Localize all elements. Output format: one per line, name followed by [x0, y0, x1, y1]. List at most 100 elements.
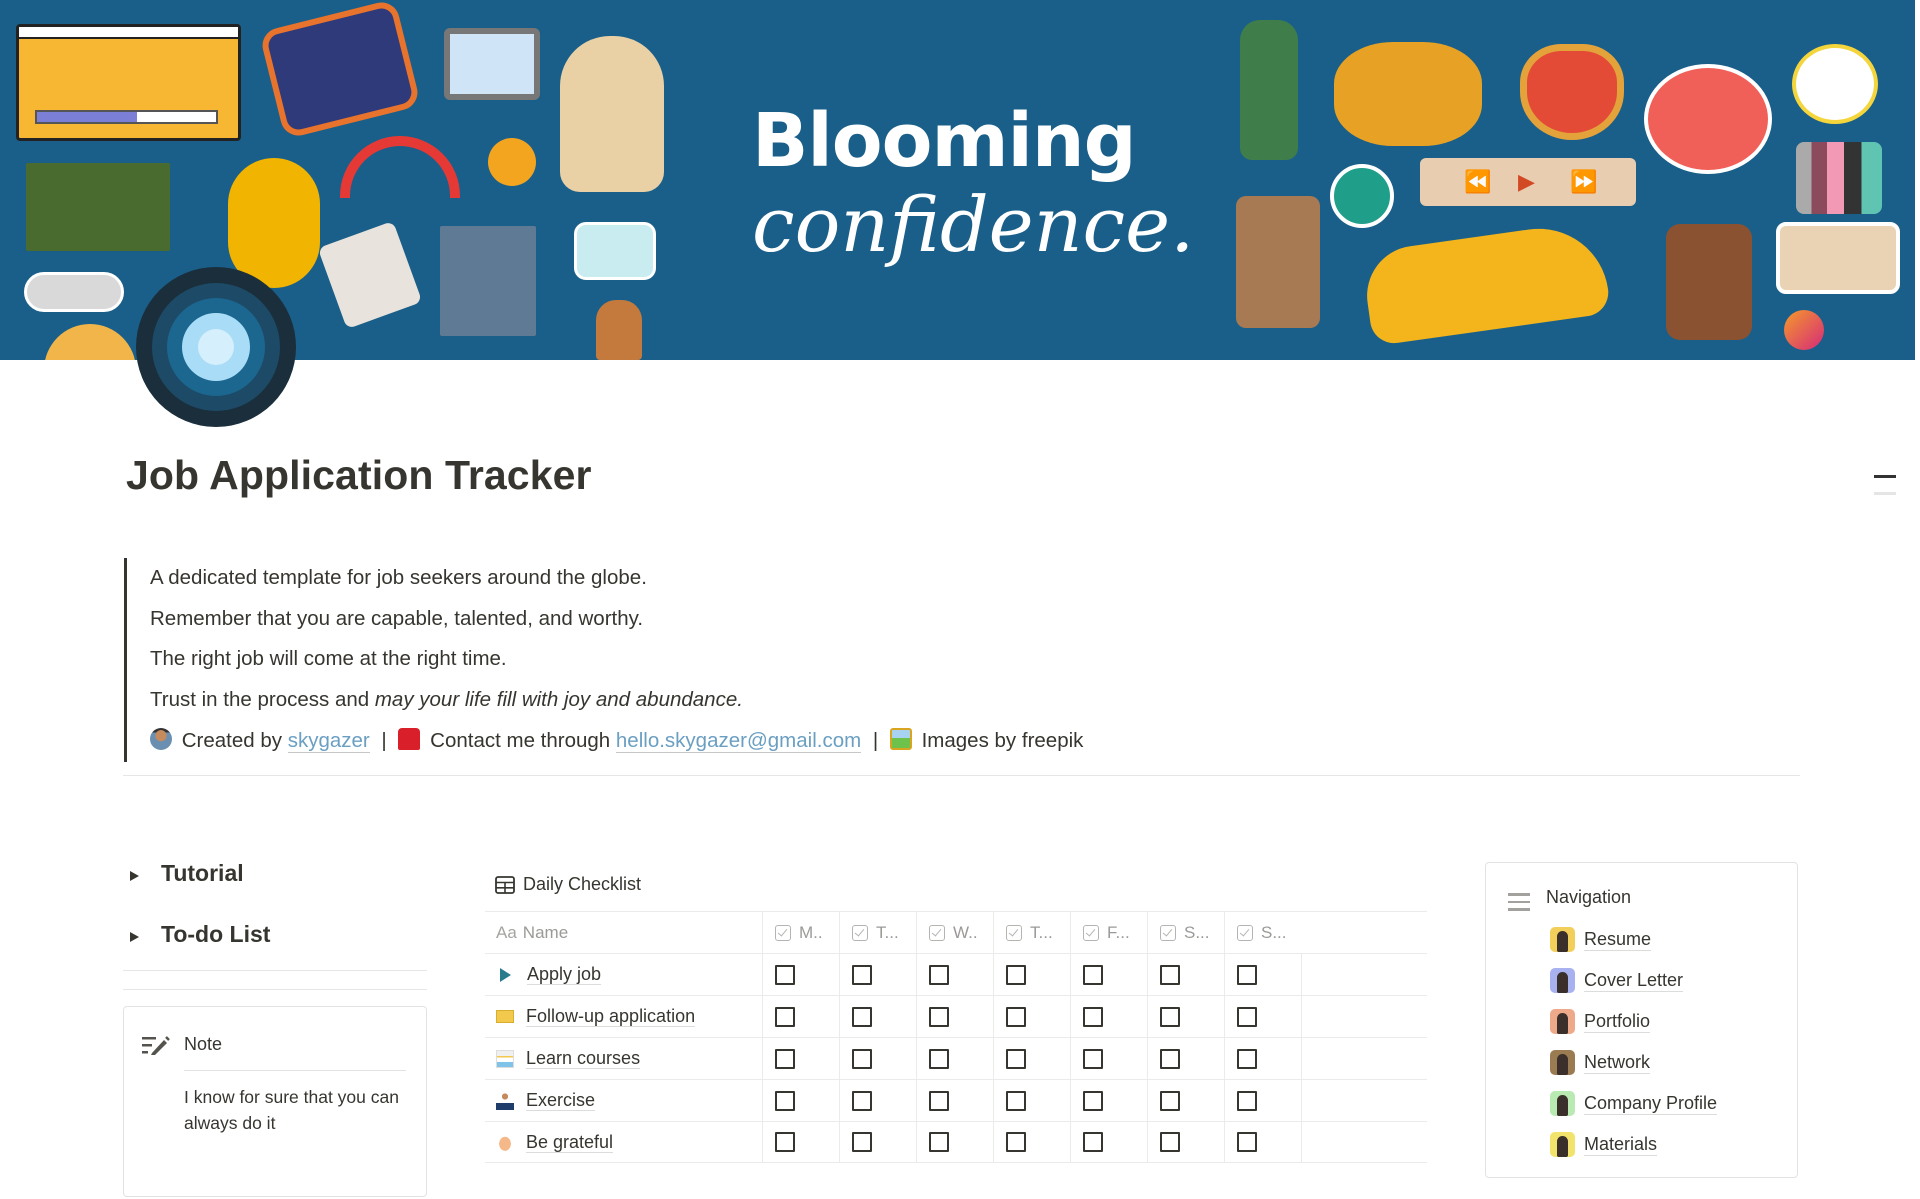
- day-checkbox[interactable]: [852, 964, 872, 985]
- day-checkbox[interactable]: [852, 1090, 872, 1111]
- database-title[interactable]: Daily Checklist: [495, 874, 641, 895]
- day-checkbox[interactable]: [1083, 1006, 1103, 1027]
- day-checkbox[interactable]: [1083, 1090, 1103, 1111]
- day-checkbox[interactable]: [1006, 1006, 1026, 1027]
- column-header-name[interactable]: Aa Name: [485, 912, 763, 953]
- note-title: Note: [184, 1034, 223, 1054]
- day-checkbox[interactable]: [1160, 1006, 1180, 1027]
- row-name[interactable]: Follow-up application: [526, 1006, 696, 1027]
- column-header-day[interactable]: S...: [1148, 912, 1225, 953]
- day-checkbox[interactable]: [1237, 1132, 1257, 1152]
- row-name-cell[interactable]: Apply job: [485, 954, 763, 995]
- note-body[interactable]: I know for sure that you can always do i…: [184, 1084, 404, 1136]
- toggle-triangle-icon[interactable]: [130, 870, 139, 881]
- cover-banner: Blooming confidence. ⏪ ▶ ⏩: [0, 0, 1915, 360]
- shiba-dog-sticker: [596, 300, 642, 360]
- checkbox-cell: [1225, 1122, 1302, 1162]
- column-header-day[interactable]: T...: [994, 912, 1071, 953]
- day-checkbox[interactable]: [1160, 1048, 1180, 1069]
- nav-item-cover-letter[interactable]: Cover Letter: [1550, 960, 1717, 1001]
- quote-line: Trust in the process and may your life f…: [150, 680, 1224, 721]
- day-checkbox[interactable]: [775, 1132, 795, 1152]
- table-row[interactable]: Exercise: [485, 1079, 1427, 1121]
- checkbox-cell: [1225, 1038, 1302, 1079]
- row-name-cell[interactable]: Exercise: [485, 1080, 763, 1121]
- day-checkbox[interactable]: [852, 1048, 872, 1069]
- row-name[interactable]: Apply job: [527, 964, 602, 985]
- day-checkbox[interactable]: [929, 964, 949, 985]
- day-checkbox[interactable]: [852, 1132, 872, 1152]
- column-header-label: F...: [1107, 922, 1130, 942]
- images-credit: Images by freepik: [921, 728, 1084, 752]
- checkbox-cell: [763, 1080, 840, 1121]
- row-name-cell[interactable]: Learn courses: [485, 1038, 763, 1079]
- database-title-label: Daily Checklist: [523, 874, 642, 894]
- checkbox-cell: [1148, 1080, 1225, 1121]
- checkbox-property-icon: [929, 924, 945, 941]
- day-checkbox[interactable]: [775, 1006, 795, 1027]
- toggle-tutorial[interactable]: Tutorial: [130, 860, 244, 887]
- day-checkbox[interactable]: [1160, 1090, 1180, 1111]
- row-name-cell[interactable]: Be grateful: [485, 1122, 763, 1162]
- table-row[interactable]: Learn courses: [485, 1037, 1427, 1079]
- table-row[interactable]: Follow-up application: [485, 995, 1427, 1037]
- checkbox-cell: [1148, 996, 1225, 1037]
- nav-item-materials[interactable]: Materials: [1550, 1124, 1717, 1165]
- day-checkbox[interactable]: [852, 1006, 872, 1027]
- table-row[interactable]: Be grateful: [485, 1121, 1427, 1163]
- checkbox-cell: [840, 1038, 917, 1079]
- globe-sticker: [1330, 164, 1394, 228]
- day-checkbox[interactable]: [1160, 1132, 1180, 1152]
- day-checkbox[interactable]: [929, 1132, 949, 1152]
- day-checkbox[interactable]: [775, 964, 795, 985]
- row-name[interactable]: Exercise: [526, 1090, 596, 1111]
- checkbox-cell: [1071, 1038, 1148, 1079]
- row-name[interactable]: Be grateful: [526, 1132, 614, 1153]
- nav-item-portfolio[interactable]: Portfolio: [1550, 1001, 1717, 1042]
- day-checkbox[interactable]: [1006, 1132, 1026, 1152]
- day-checkbox[interactable]: [1237, 1090, 1257, 1111]
- created-by-label: Created by: [181, 728, 282, 752]
- day-checkbox[interactable]: [775, 1090, 795, 1111]
- column-header-day[interactable]: T...: [840, 912, 917, 953]
- credits-line: Created by skygazer | Contact me through…: [150, 721, 1224, 762]
- day-checkbox[interactable]: [1160, 964, 1180, 985]
- day-checkbox[interactable]: [1006, 1048, 1026, 1069]
- nav-item-company-profile[interactable]: Company Profile: [1550, 1083, 1718, 1124]
- table-row[interactable]: Apply job: [485, 953, 1427, 995]
- day-checkbox[interactable]: [929, 1006, 949, 1027]
- day-checkbox[interactable]: [1083, 1132, 1103, 1152]
- nav-item-resume[interactable]: Resume: [1550, 919, 1717, 960]
- page-thumbnail-icon: [1550, 968, 1575, 993]
- checkbox-cell: [840, 996, 917, 1037]
- contact-email-link[interactable]: hello.skygazer@gmail.com: [615, 728, 862, 753]
- toggle-todo-list[interactable]: To-do List: [130, 921, 270, 948]
- day-checkbox[interactable]: [929, 1090, 949, 1111]
- table-header-row: Aa Name M.. T... W.. T... F... S... S...: [485, 911, 1427, 953]
- column-header-day[interactable]: W..: [917, 912, 994, 953]
- row-name[interactable]: Learn courses: [526, 1048, 641, 1069]
- nav-item-network[interactable]: Network: [1550, 1042, 1717, 1083]
- pizza-sticker: [44, 324, 136, 360]
- column-header-day[interactable]: S...: [1225, 912, 1302, 953]
- day-checkbox[interactable]: [1083, 964, 1103, 985]
- day-checkbox[interactable]: [1237, 1006, 1257, 1027]
- page-icon[interactable]: [136, 267, 296, 427]
- day-checkbox[interactable]: [1237, 964, 1257, 985]
- day-checkbox[interactable]: [1006, 964, 1026, 985]
- column-header-day[interactable]: F...: [1071, 912, 1148, 953]
- day-checkbox[interactable]: [1006, 1090, 1026, 1111]
- toggle-triangle-icon[interactable]: [130, 931, 139, 942]
- column-header-day[interactable]: M..: [763, 912, 840, 953]
- table-of-contents-indicator[interactable]: [1874, 475, 1896, 495]
- column-header-label: T...: [876, 922, 899, 942]
- day-checkbox[interactable]: [1083, 1048, 1103, 1069]
- note-callout: Note I know for sure that you can always…: [123, 1006, 427, 1197]
- day-checkbox[interactable]: [775, 1048, 795, 1069]
- day-checkbox[interactable]: [929, 1048, 949, 1069]
- checkbox-property-icon: [775, 924, 791, 941]
- checkbox-cell: [840, 1122, 917, 1162]
- row-name-cell[interactable]: Follow-up application: [485, 996, 763, 1037]
- day-checkbox[interactable]: [1237, 1048, 1257, 1069]
- creator-link[interactable]: skygazer: [287, 728, 370, 753]
